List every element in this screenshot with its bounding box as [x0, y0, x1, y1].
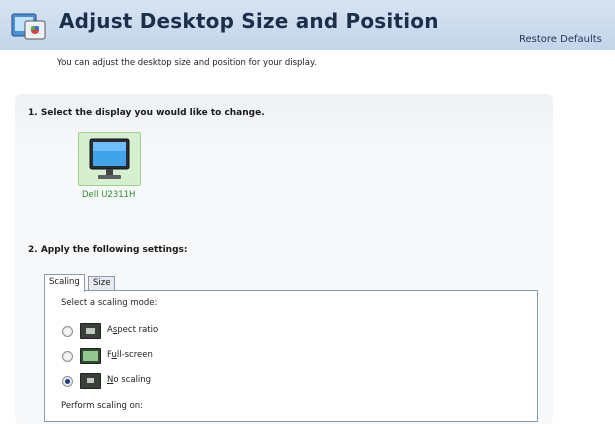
no-scaling-label: No scaling	[107, 375, 152, 385]
section-heading-select-display: 1. Select the display you would like to …	[28, 108, 265, 118]
aspect-ratio-label: Aspect ratio	[107, 325, 159, 335]
page-title: Adjust Desktop Size and Position	[59, 9, 439, 33]
no-scaling-radio[interactable]	[62, 376, 73, 387]
full-screen-icon	[80, 348, 101, 364]
display-tile-dell-u2311h[interactable]	[78, 132, 141, 186]
scaling-mode-label: Select a scaling mode:	[61, 298, 158, 308]
header-bar: Adjust Desktop Size and Position Restore…	[0, 0, 615, 50]
monitor-icon	[89, 138, 130, 179]
section-heading-apply-settings: 2. Apply the following settings:	[28, 245, 188, 255]
restore-defaults-link[interactable]: Restore Defaults	[519, 34, 602, 45]
aspect-ratio-icon	[80, 323, 101, 339]
full-screen-radio[interactable]	[62, 351, 73, 362]
full-screen-label: Full-screen	[107, 350, 153, 360]
no-scaling-icon	[80, 373, 101, 389]
display-label[interactable]: Dell U2311H	[82, 190, 135, 200]
page-description: You can adjust the desktop size and posi…	[57, 58, 317, 68]
aspect-ratio-radio[interactable]	[62, 326, 73, 337]
perform-scaling-on-label: Perform scaling on:	[61, 401, 144, 411]
tab-scaling[interactable]: Scaling	[44, 274, 85, 292]
scaling-tab-panel: Select a scaling mode: Aspect ratio Full…	[44, 290, 538, 422]
display-settings-icon	[11, 11, 49, 41]
tab-size[interactable]: Size	[88, 276, 116, 291]
